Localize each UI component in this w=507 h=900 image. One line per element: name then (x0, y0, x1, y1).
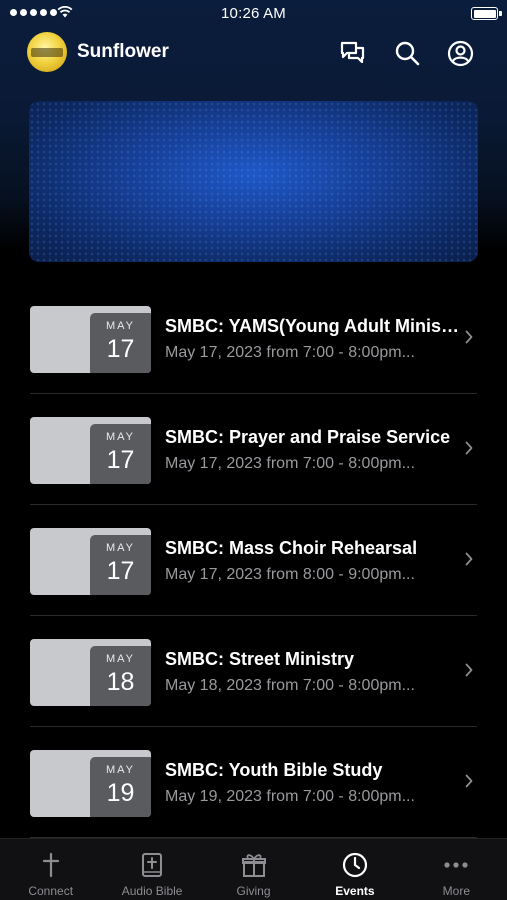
event-day: 17 (106, 557, 135, 585)
event-time: May 17, 2023 from 7:00 - 8:00pm... (165, 344, 415, 361)
chevron-right-icon (465, 663, 473, 677)
gift-icon (241, 854, 266, 877)
event-row[interactable]: MAY 17 SMBC: Mass Choir Rehearsal May 17… (0, 505, 507, 616)
event-title: SMBC: Street Ministry (165, 649, 355, 669)
event-month: MAY (105, 542, 136, 554)
battery-icon (471, 7, 502, 20)
event-title: SMBC: Prayer and Praise Service (165, 427, 451, 447)
event-title: SMBC: YAMS(Young Adult Ministry) (165, 316, 460, 336)
chevron-right-icon (465, 552, 473, 566)
tab-label: Audio Bible (121, 884, 183, 898)
search-icon (395, 41, 420, 66)
tab-label: Giving (236, 884, 271, 898)
event-month: MAY (105, 764, 136, 776)
event-time: May 17, 2023 from 8:00 - 9:00pm... (165, 566, 415, 583)
event-title: SMBC: Mass Choir Rehearsal (165, 538, 418, 558)
date-tile: MAY 18 (90, 646, 151, 706)
event-month: MAY (105, 320, 136, 332)
tab-label: More (442, 884, 470, 898)
tab-label: Events (335, 884, 375, 898)
event-row[interactable]: MAY 17 SMBC: YAMS(Young Adult Ministry) … (0, 283, 507, 394)
event-row[interactable]: MAY 17 SMBC: Prayer and Praise Service M… (0, 394, 507, 505)
date-tile: MAY 19 (90, 757, 151, 817)
search-button[interactable] (392, 38, 422, 68)
app-title: Sunflower (77, 41, 169, 62)
date-tile: MAY 17 (90, 535, 151, 595)
tab-events[interactable]: Events (304, 839, 405, 900)
bible-icon (142, 853, 163, 877)
event-day: 19 (106, 779, 135, 807)
event-date-card: MAY 19 (30, 750, 151, 817)
tab-label: Connect (28, 884, 74, 898)
profile-icon (447, 40, 473, 66)
app-header: Sunflower (0, 30, 507, 76)
event-date-card: MAY 17 (30, 528, 151, 595)
event-date-card: MAY 18 (30, 639, 151, 706)
chevron-right-icon (465, 330, 473, 344)
status-time: 10:26 AM (221, 5, 286, 22)
tab-connect[interactable]: Connect (0, 839, 101, 900)
event-time: May 17, 2023 from 7:00 - 8:00pm... (165, 455, 415, 472)
app-logo[interactable] (27, 32, 67, 72)
event-title: SMBC: Youth Bible Study (165, 760, 383, 780)
tab-audio-bible[interactable]: Audio Bible (101, 839, 202, 900)
cross-icon (42, 852, 59, 878)
more-icon (444, 862, 468, 868)
event-day: 17 (106, 335, 135, 363)
tab-more[interactable]: More (406, 839, 507, 900)
event-time: May 18, 2023 from 7:00 - 8:00pm... (165, 677, 415, 694)
event-row[interactable]: MAY 18 SMBC: Street Ministry May 18, 202… (0, 616, 507, 727)
chevron-right-icon (465, 441, 473, 455)
date-tile: MAY 17 (90, 424, 151, 484)
event-date-card: MAY 17 (30, 306, 151, 373)
status-bar: 10:26 AM (0, 0, 507, 28)
events-list: MAY 17 SMBC: YAMS(Young Adult Ministry) … (0, 283, 507, 838)
event-day: 17 (106, 446, 135, 474)
event-day: 18 (106, 668, 135, 696)
featured-banner[interactable] (29, 101, 478, 262)
profile-button[interactable] (445, 38, 475, 68)
chevron-right-icon (465, 774, 473, 788)
event-time: May 19, 2023 from 7:00 - 8:00pm... (165, 788, 415, 805)
date-tile: MAY 17 (90, 313, 151, 373)
event-row[interactable]: MAY 19 SMBC: Youth Bible Study May 19, 2… (0, 727, 507, 838)
clock-icon (342, 852, 368, 878)
event-month: MAY (105, 431, 136, 443)
tab-giving[interactable]: Giving (203, 839, 304, 900)
chat-icon (340, 41, 365, 64)
tab-bar: Connect Audio Bible Giving Events More (0, 838, 507, 900)
chat-button[interactable] (338, 38, 368, 68)
event-date-card: MAY 17 (30, 417, 151, 484)
event-month: MAY (105, 653, 136, 665)
